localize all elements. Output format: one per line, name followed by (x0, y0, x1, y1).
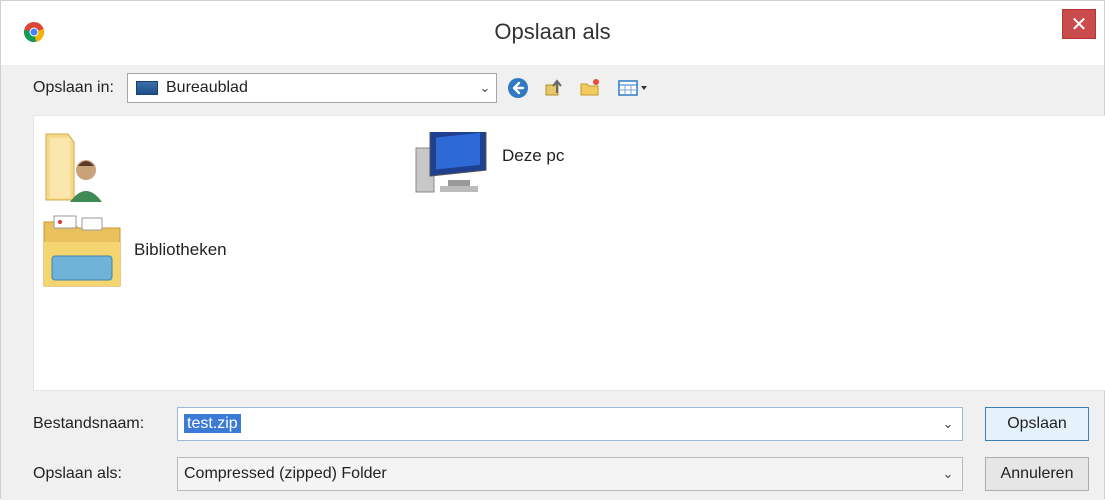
list-item-this-pc[interactable]: Deze pc (412, 132, 564, 198)
item-label: Deze pc (502, 146, 565, 165)
location-toolbar: Opslaan in: Bureaublad ⌄ (1, 65, 1104, 113)
libraries-folder-icon (43, 215, 121, 287)
new-folder-button[interactable] (577, 75, 603, 101)
filename-input[interactable]: test.zip ⌄ (177, 407, 963, 441)
close-icon: ✕ (1070, 13, 1088, 36)
save-as-dialog: Opslaan als ✕ Opslaan in: Bureaublad ⌄ D… (0, 0, 1105, 500)
back-arrow-icon (508, 78, 528, 98)
up-folder-button[interactable] (541, 75, 567, 101)
file-list-area: Deze pc Bibliotheken (33, 115, 1105, 391)
save-as-type-label: Opslaan als: (33, 465, 122, 482)
save-in-label: Opslaan in: (33, 79, 114, 96)
computer-icon (415, 132, 487, 193)
desktop-icon (136, 81, 158, 95)
title-bar: Opslaan als ✕ (1, 1, 1104, 65)
chevron-down-icon[interactable]: ⌄ (934, 416, 962, 432)
save-button[interactable]: Opslaan (985, 407, 1089, 441)
up-folder-icon (545, 79, 562, 96)
view-menu-button[interactable] (615, 75, 659, 101)
view-grid-icon (618, 80, 647, 96)
location-value: Bureaublad (166, 79, 248, 96)
chevron-down-icon: ⌄ (479, 80, 491, 95)
item-label: Bibliotheken (134, 240, 227, 259)
list-item-libraries[interactable]: Bibliotheken (42, 212, 227, 288)
cancel-button[interactable]: Annuleren (985, 457, 1089, 491)
save-as-type-dropdown[interactable]: Compressed (zipped) Folder ⌄ (177, 457, 963, 491)
window-title: Opslaan als (494, 19, 611, 44)
filename-label: Bestandsnaam: (33, 415, 145, 432)
chevron-down-icon: ⌄ (942, 466, 954, 481)
list-item-user-folder[interactable] (40, 128, 124, 208)
close-button[interactable]: ✕ (1062, 9, 1096, 39)
user-folder-icon (45, 133, 102, 202)
back-button[interactable] (505, 75, 531, 101)
new-folder-icon (580, 79, 599, 96)
save-form: Bestandsnaam: test.zip ⌄ Opslaan Opslaan… (1, 393, 1104, 500)
location-dropdown[interactable]: Bureaublad ⌄ (127, 73, 497, 103)
save-as-type-value: Compressed (zipped) Folder (184, 465, 387, 482)
filename-value: test.zip (184, 414, 241, 433)
